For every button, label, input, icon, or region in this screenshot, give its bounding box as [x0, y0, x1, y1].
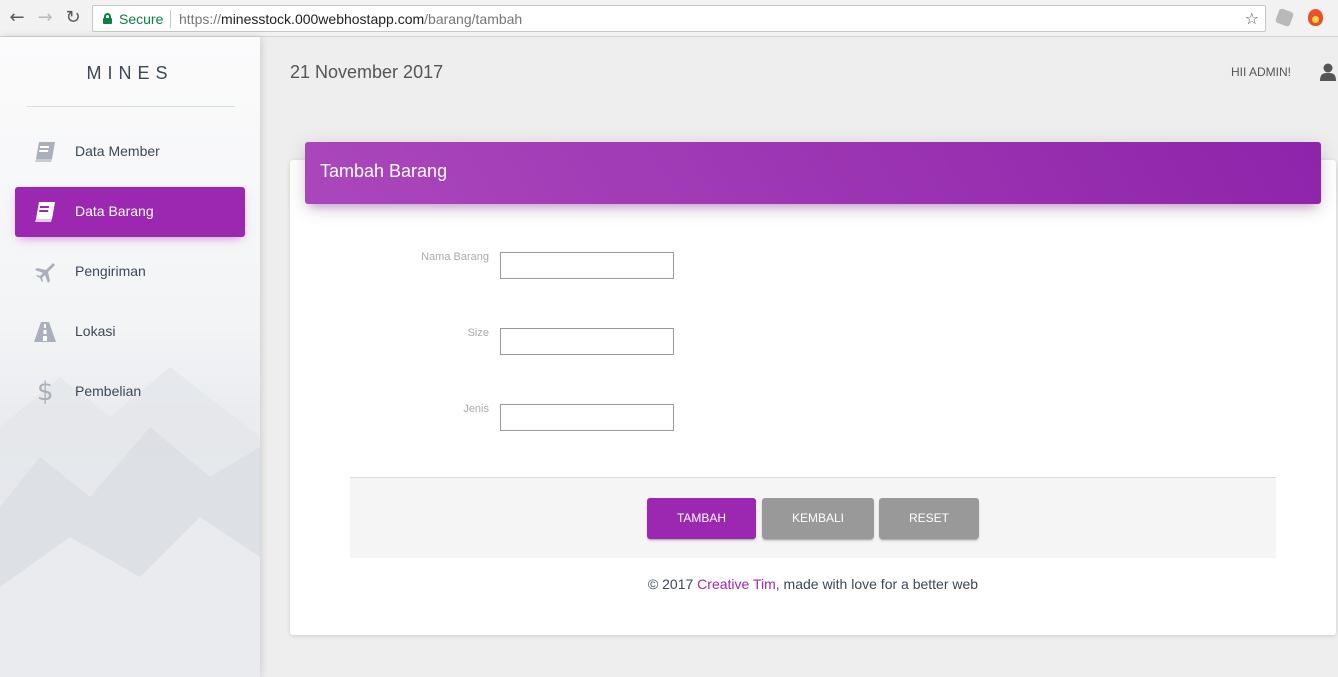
secure-label: Secure [119, 11, 164, 27]
copyright-footer: © 2017 Creative Tim, made with love for … [0, 576, 1338, 592]
url-scheme: https:// [179, 11, 222, 27]
sidebar-item-label: Pengiriman [75, 263, 146, 279]
form-card [290, 160, 1336, 635]
creative-tim-link[interactable]: Creative Tim [697, 576, 776, 592]
sidebar-item-lokasi[interactable]: Lokasi [15, 307, 245, 357]
copyright-suffix: , made with love for a better web [775, 576, 979, 592]
brand-divider [27, 106, 235, 107]
sidebar-item-label: Lokasi [75, 323, 116, 339]
reload-icon[interactable]: ↻ [64, 9, 82, 27]
back-arrow-icon[interactable]: ← [8, 9, 26, 27]
admin-greeting: HII ADMIN! [1231, 65, 1292, 79]
sidebar-item-data-barang[interactable]: Data Barang [15, 187, 245, 237]
sidebar-item-pembelian[interactable]: $ Pembelian [15, 367, 245, 417]
jenis-input[interactable] [500, 404, 674, 431]
kembali-button[interactable]: KEMBALI [762, 498, 874, 539]
brand-logo-text[interactable]: MINES [0, 63, 260, 84]
address-divider [170, 10, 171, 28]
jenis-label: Jenis [463, 403, 489, 415]
sidebar-item-label: Pembelian [75, 383, 142, 399]
size-input[interactable] [500, 328, 674, 355]
copyright-prefix: © 2017 [647, 576, 698, 592]
lock-icon [103, 13, 112, 24]
forward-arrow-icon[interactable]: → [36, 9, 54, 27]
nama-barang-input[interactable] [500, 252, 674, 279]
url-path: /barang/tambah [424, 11, 523, 27]
card-title: Tambah Barang [320, 161, 448, 181]
nama-barang-label: Nama Barang [421, 251, 489, 263]
road-icon [34, 322, 56, 342]
reset-button[interactable]: RESET [879, 498, 979, 539]
url-host: minesstock.000webhostapp.com [221, 11, 425, 27]
sidebar-item-label: Data Barang [75, 203, 154, 219]
tambah-button[interactable]: TAMBAH [647, 498, 756, 539]
airplane-icon [35, 263, 55, 283]
extension-fire-icon[interactable] [1308, 9, 1323, 26]
sidebar-item-data-member[interactable]: Data Member [15, 127, 245, 177]
sidebar-item-label: Data Member [75, 143, 160, 159]
url-text[interactable]: https://minesstock.000webhostapp.com/bar… [179, 11, 522, 27]
book-icon [35, 202, 55, 222]
bookmark-star-icon[interactable]: ☆ [1245, 9, 1259, 28]
size-label: Size [467, 327, 489, 339]
page-date: 21 November 2017 [290, 62, 444, 82]
card-header: Tambah Barang [305, 142, 1321, 204]
address-bar[interactable]: Secure https://minesstock.000webhostapp.… [92, 5, 1266, 32]
browser-toolbar: ← → ↻ Secure https://minesstock.000webho… [0, 0, 1338, 37]
user-icon[interactable] [1320, 63, 1336, 81]
book-icon [35, 142, 55, 162]
dollar-icon: $ [37, 377, 54, 407]
extension-cube-icon[interactable] [1274, 7, 1295, 28]
sidebar-item-pengiriman[interactable]: Pengiriman [15, 247, 245, 297]
